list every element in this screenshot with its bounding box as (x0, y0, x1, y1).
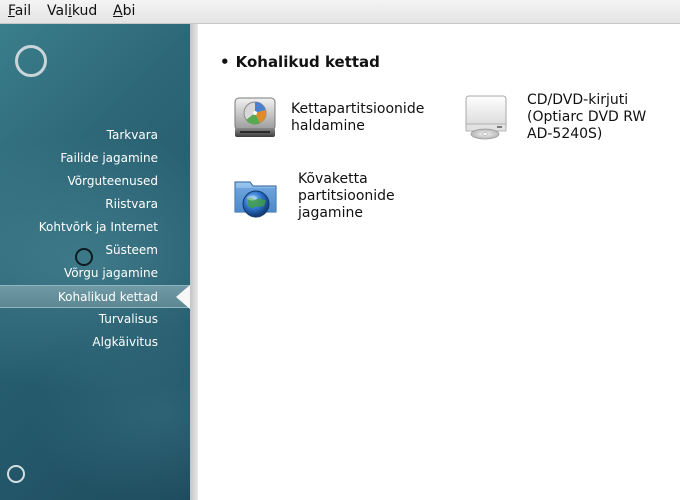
menu-file[interactable]: Fail (8, 3, 31, 19)
circle-decoration-icon (7, 465, 25, 483)
circle-decoration-icon (15, 45, 47, 77)
sidebar-item-label: Võrguteenused (67, 174, 159, 188)
sidebar-nav: Tarkvara Failide jagamine Võrguteenused … (0, 124, 190, 354)
sidebar-item-label: Riistvara (105, 197, 158, 211)
hard-disk-icon (234, 97, 276, 137)
sidebar-item-security[interactable]: Turvalisus (0, 308, 190, 331)
tile-cd-dvd-writer[interactable]: CD/DVD-kirjuti (Optiarc DVD RW AD-5240S) (438, 24, 680, 154)
tile-label: CD/DVD-kirjuti (Optiarc DVD RW AD-5240S) (527, 92, 647, 142)
sidebar-item-system[interactable]: Süsteem (0, 239, 190, 262)
menu-help[interactable]: Abi (113, 3, 135, 19)
sidebar-item-local-disks[interactable]: Kohalikud kettad (0, 285, 190, 309)
sidebar-item-file-sharing[interactable]: Failide jagamine (0, 147, 190, 170)
optical-drive-icon (465, 95, 507, 140)
active-pointer-icon (176, 285, 190, 309)
sidebar-item-hardware[interactable]: Riistvara (0, 193, 190, 216)
sidebar-item-boot[interactable]: Algkäivitus (0, 331, 190, 354)
sidebar-item-label: Kohtvõrk ja Internet (38, 220, 158, 234)
sidebar-item-network-internet[interactable]: Kohtvõrk ja Internet (0, 216, 190, 239)
sidebar: Tarkvara Failide jagamine Võrguteenused … (0, 24, 190, 500)
sidebar-item-network-services[interactable]: Võrguteenused (0, 170, 190, 193)
shared-folder-icon (234, 181, 277, 218)
sidebar-item-software[interactable]: Tarkvara (0, 124, 190, 147)
panel-divider (190, 24, 198, 500)
tile-share-partitions[interactable]: Kõvaketta partitsioonide jagamine (198, 154, 438, 234)
sidebar-item-label: Failide jagamine (60, 151, 158, 165)
sidebar-item-label: Turvalisus (98, 312, 158, 326)
sidebar-item-label: Tarkvara (106, 128, 158, 142)
tile-label: Kõvaketta partitsioonide jagamine (298, 171, 395, 221)
menu-bar: Fail Valikud Abi (0, 0, 680, 24)
sidebar-item-network-sharing[interactable]: Võrgu jagamine (0, 262, 190, 285)
menu-options[interactable]: Valikud (47, 3, 97, 19)
sidebar-item-label: Võrgu jagamine (63, 266, 158, 280)
tile-disk-partitions[interactable]: Kettapartitsioonide haldamine (198, 24, 438, 154)
tile-label: Kettapartitsioonide haldamine (291, 101, 425, 134)
main-content: • Kohalikud kettad Kettapartitsioonide h… (198, 24, 680, 500)
sidebar-item-label: Algkäivitus (92, 335, 158, 349)
sidebar-item-label: Kohalikud kettad (57, 290, 158, 304)
sidebar-item-label: Süsteem (105, 243, 158, 257)
